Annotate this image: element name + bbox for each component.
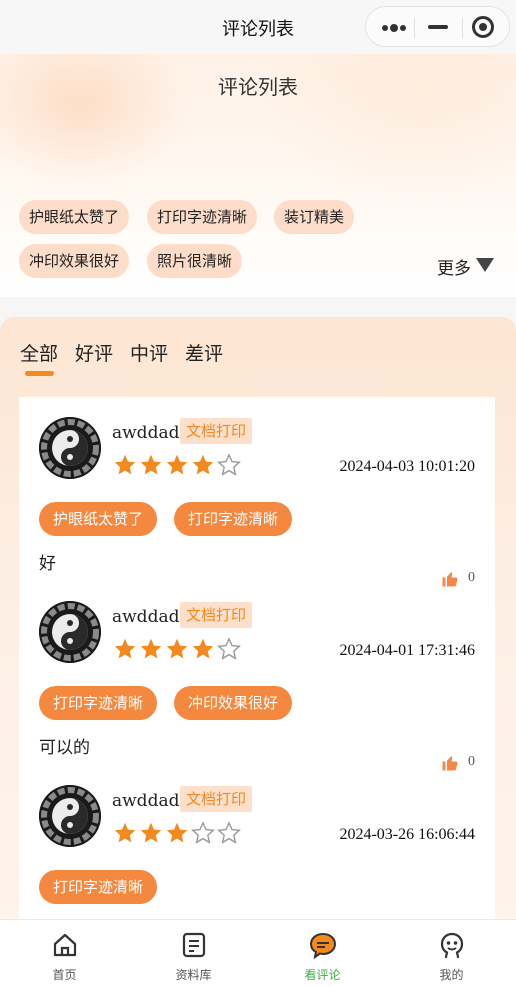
tab-neutral[interactable]: 中评 [130, 339, 168, 366]
star-empty-icon [191, 821, 215, 844]
active-tab-indicator [25, 371, 54, 376]
review-tag: 打印字迹清晰 [39, 870, 158, 904]
tabbar-label: 看评论 [304, 968, 341, 982]
home-icon [53, 933, 76, 957]
profile-icon [440, 932, 463, 959]
tabbar-label: 我的 [439, 968, 464, 982]
star-filled-icon [192, 638, 214, 659]
star-empty-icon [217, 453, 241, 476]
review-username: awddad [112, 791, 180, 811]
avatar [39, 417, 101, 479]
review-item: awddad 文档打印 2024-04-01 17:31:46 打印字迹清晰 冲… [19, 581, 495, 771]
star-filled-icon [192, 454, 214, 475]
service-badge: 文档打印 [180, 602, 253, 628]
review-item: awddad 文档打印 2024-03-26 16:06:44 打印字迹清晰 [19, 765, 495, 937]
review-content: 可以的 [39, 738, 90, 758]
yin-yang-avatar-icon [39, 601, 101, 663]
star-filled-icon [140, 638, 162, 659]
star-filled-icon [114, 822, 136, 843]
triangle-down-icon[interactable] [476, 258, 494, 272]
review-content: 好 [39, 554, 56, 574]
page-title: 评论列表 [218, 75, 298, 99]
star-empty-icon [217, 821, 241, 844]
nav-bar: 评论列表 [0, 0, 516, 54]
star-filled-icon [140, 454, 162, 475]
star-filled-icon [114, 638, 136, 659]
review-username: awddad [112, 607, 180, 627]
tag-chip[interactable]: 打印字迹清晰 [147, 200, 258, 234]
close-target-icon[interactable] [472, 16, 494, 38]
avatar [39, 785, 101, 847]
more-options-icon[interactable] [382, 24, 406, 32]
tabbar-label: 资料库 [175, 968, 212, 982]
yin-yang-avatar-icon [39, 417, 101, 479]
header-card: 评论列表 护眼纸太赞了 打印字迹清晰 装订精美 冲印效果很好 照片很清晰 更多 [0, 54, 516, 297]
tag-chip[interactable]: 照片很清晰 [147, 244, 243, 278]
avatar [39, 601, 101, 663]
tabbar-label: 首页 [52, 968, 77, 982]
tag-chip[interactable]: 装订精美 [274, 200, 355, 234]
review-tag: 打印字迹清晰 [39, 686, 158, 720]
tabbar-item-library[interactable]: 资料库 [129, 920, 258, 986]
yin-yang-avatar-icon [39, 785, 101, 847]
star-filled-icon [166, 822, 188, 843]
comment-icon [309, 932, 336, 959]
review-username: awddad [112, 423, 180, 443]
service-badge: 文档打印 [180, 786, 253, 812]
review-tag: 打印字迹清晰 [174, 502, 293, 536]
review-date: 2024-04-01 17:31:46 [339, 642, 475, 659]
review-tag: 护眼纸太赞了 [39, 502, 158, 536]
review-date: 2024-03-26 16:06:44 [339, 826, 475, 843]
reviews-panel: 全部 好评 中评 差评 awddad 文档打印 2024-04-03 10:01… [0, 317, 516, 937]
tab-negative[interactable]: 差评 [185, 339, 223, 366]
document-icon [182, 932, 205, 958]
tabbar-item-home[interactable]: 首页 [0, 920, 129, 986]
review-date: 2024-04-03 10:01:20 [339, 458, 475, 475]
tag-chip[interactable]: 护眼纸太赞了 [19, 200, 130, 234]
star-filled-icon [166, 454, 188, 475]
more-tags-button[interactable]: 更多 [437, 254, 471, 279]
bottom-tab-bar: 首页 资料库 看评论 我的 [0, 919, 516, 986]
star-empty-icon [217, 637, 241, 660]
review-tag: 冲印效果很好 [174, 686, 293, 720]
tabbar-item-reviews[interactable]: 看评论 [258, 920, 387, 986]
tab-all[interactable]: 全部 [20, 339, 58, 366]
star-filled-icon [166, 638, 188, 659]
star-filled-icon [140, 822, 162, 843]
service-badge: 文档打印 [180, 418, 253, 444]
capsule-divider [462, 17, 463, 38]
tab-positive[interactable]: 好评 [75, 339, 113, 366]
review-list[interactable]: awddad 文档打印 2024-04-03 10:01:20 护眼纸太赞了 打… [19, 397, 495, 937]
review-item: awddad 文档打印 2024-04-03 10:01:20 护眼纸太赞了 打… [19, 397, 495, 587]
star-filled-icon [114, 454, 136, 475]
tabbar-item-profile[interactable]: 我的 [387, 920, 516, 986]
mini-program-capsule [365, 6, 510, 47]
capsule-divider [414, 17, 415, 38]
tag-chip[interactable]: 冲印效果很好 [19, 244, 130, 278]
minimize-icon[interactable] [428, 25, 448, 29]
